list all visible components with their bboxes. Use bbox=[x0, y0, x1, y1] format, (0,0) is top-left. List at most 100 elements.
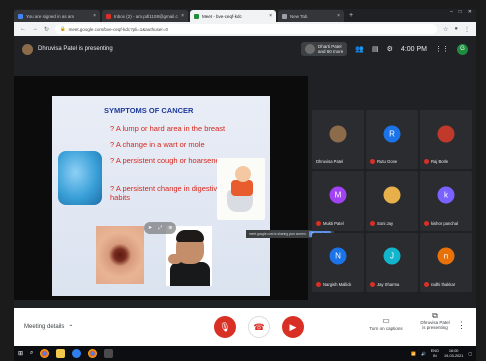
tab-label: You are signed in as am bbox=[26, 13, 75, 19]
presenter-avatar bbox=[22, 43, 33, 55]
maximize-button[interactable]: □ bbox=[459, 9, 462, 15]
chip-line2: and 60 more bbox=[318, 49, 344, 54]
chrome-icon[interactable] bbox=[40, 349, 50, 358]
mic-muted-icon bbox=[370, 159, 375, 165]
fullscreen-icon[interactable]: ⤢ bbox=[158, 225, 162, 231]
taskbar: ⊞ ⌕ 📶 🔊 ENG IN 16:00 19-03-2021 ▢ bbox=[14, 346, 476, 361]
reload-icon[interactable]: ↻ bbox=[44, 26, 49, 33]
windows-start-icon[interactable]: ⊞ bbox=[18, 350, 23, 357]
lang-indicator[interactable]: ENG IN bbox=[431, 349, 439, 358]
menu-icon[interactable]: ⋮ bbox=[464, 26, 470, 33]
breast-scan-image bbox=[58, 151, 102, 205]
minimize-button[interactable]: – bbox=[450, 9, 453, 15]
leave-call-button[interactable]: ☎ bbox=[248, 316, 270, 338]
captions-label: Turn on captions bbox=[369, 326, 403, 331]
participant-name: kishor panchal bbox=[431, 220, 459, 226]
tab-label: Inbox (2) - am.pdl1108@gmail.c bbox=[114, 13, 178, 19]
presenting-button[interactable]: ⧉ Dhruvisa Patel is presenting bbox=[414, 312, 456, 331]
participant-tile[interactable]: Dhruvisa Patel bbox=[312, 110, 364, 170]
wifi-icon[interactable]: 📶 bbox=[411, 351, 416, 356]
chrome-window-icon[interactable] bbox=[88, 349, 98, 358]
account-avatar[interactable]: G bbox=[457, 43, 468, 55]
more-options-icon[interactable]: ⋮ bbox=[457, 320, 466, 331]
edge-icon[interactable] bbox=[72, 349, 82, 358]
participant-name-row: Jay Sharma bbox=[370, 281, 399, 287]
participant-tile[interactable]: Soni Jay bbox=[366, 171, 418, 231]
file-explorer-icon[interactable] bbox=[56, 349, 66, 358]
participant-name-row: Rutu Gone bbox=[370, 159, 398, 165]
mic-muted-icon bbox=[424, 281, 429, 287]
camera-off-button[interactable]: ▶ bbox=[282, 316, 304, 338]
taskbar-clock[interactable]: 16:00 19-03-2021 bbox=[444, 349, 463, 358]
participant-tile[interactable]: N Nargish Mallick bbox=[312, 232, 364, 292]
participant-name-row: Dhruvisa Patel bbox=[316, 159, 343, 164]
mic-muted-icon bbox=[370, 281, 375, 287]
participant-tile[interactable]: R Rutu Gone bbox=[366, 110, 418, 170]
mic-off-button[interactable]: 🎙 bbox=[214, 316, 236, 338]
tab-label: New Tab bbox=[290, 13, 308, 19]
top-right-controls: Dharti Patel and 60 more 👥 ▤ ⚙ 4:00 PM ⋮… bbox=[301, 42, 468, 56]
participant-tile[interactable]: Raj Borle bbox=[420, 110, 472, 170]
browser-tab[interactable]: New Tab × bbox=[278, 10, 344, 22]
tab-close-icon[interactable]: × bbox=[337, 13, 340, 19]
meeting-details-button[interactable]: Meeting details ⌃ bbox=[24, 324, 73, 331]
tab-close-icon[interactable]: × bbox=[181, 13, 184, 19]
tab-favicon-icon bbox=[194, 13, 199, 19]
region-label: IN bbox=[432, 353, 437, 358]
star-icon[interactable]: ☆ bbox=[443, 26, 448, 33]
back-icon[interactable]: ← bbox=[20, 26, 26, 32]
activities-icon[interactable]: ⚙ bbox=[387, 45, 393, 53]
tab-close-icon[interactable]: × bbox=[93, 13, 96, 19]
volume-icon[interactable]: 🔊 bbox=[421, 351, 426, 356]
participant-name: radhi thakkar bbox=[431, 281, 456, 287]
browser-tabstrip: You are signed in as am × Inbox (2) - am.p… bbox=[14, 9, 476, 22]
close-window-button[interactable]: ✕ bbox=[468, 9, 472, 15]
url-text: meet.google.com/bve-ceqf-kdc?pli=1&authu… bbox=[68, 26, 168, 32]
tab-label: Meet - bve-ceqf-kdc bbox=[202, 13, 242, 19]
participant-name-row: Soni Jay bbox=[370, 220, 393, 226]
participant-name-row: Nargish Mallick bbox=[316, 281, 352, 287]
participant-avatar: M bbox=[329, 186, 347, 204]
call-controls: 🎙 ☎ ▶ bbox=[214, 316, 304, 338]
slide-title: SYMPTOMS OF CANCER bbox=[104, 106, 194, 115]
slide-bullet: ? A change in a wart or mole bbox=[110, 140, 205, 149]
apps-icon[interactable]: ⋮⋮ bbox=[435, 45, 449, 53]
app-icon[interactable] bbox=[104, 349, 114, 358]
slide-toolbar: ➤ ⤢ ⊕ bbox=[144, 222, 177, 234]
lang-label: ENG bbox=[430, 349, 439, 353]
participant-name-row: Mukti Patel bbox=[316, 220, 344, 226]
mic-muted-icon bbox=[424, 159, 429, 165]
url-field[interactable]: 🔒 meet.google.com/bve-ceqf-kdc?pli=1&aut… bbox=[55, 24, 437, 34]
tab-close-icon[interactable]: × bbox=[269, 13, 272, 19]
participant-tile[interactable]: k kishor panchal bbox=[420, 171, 472, 231]
participant-tile[interactable]: M Mukti Patel bbox=[312, 171, 364, 231]
chip-text: Dharti Patel and 60 more bbox=[318, 44, 343, 54]
browser-tab[interactable]: Inbox (2) - am.pdl1108@gmail.c × bbox=[102, 10, 188, 22]
address-bar: ← → ↻ 🔒 meet.google.com/bve-ceqf-kdc?pli… bbox=[14, 22, 476, 36]
sharing-text: meet.google.com is sharing your screen. bbox=[249, 232, 307, 236]
captions-icon: ▭ bbox=[382, 316, 390, 325]
mic-muted-icon bbox=[316, 281, 321, 287]
cursor-icon[interactable]: ➤ bbox=[148, 225, 152, 231]
participant-name: Rutu Gone bbox=[377, 159, 398, 165]
participant-name: Nargish Mallick bbox=[323, 281, 352, 287]
system-tray: 📶 🔊 ENG IN 16:00 19-03-2021 ▢ bbox=[411, 349, 472, 358]
zoom-icon[interactable]: ⊕ bbox=[168, 225, 172, 231]
participant-avatar: J bbox=[383, 247, 401, 265]
people-icon[interactable]: 👥 bbox=[355, 45, 364, 53]
new-tab-icon[interactable]: + bbox=[349, 12, 353, 19]
profile-icon[interactable]: ● bbox=[454, 26, 458, 32]
browser-tab[interactable]: You are signed in as am × bbox=[14, 10, 100, 22]
captions-button[interactable]: ▭ Turn on captions bbox=[366, 316, 406, 331]
browser-tab[interactable]: Meet - bve-ceqf-kdc × bbox=[190, 10, 276, 22]
participant-tile[interactable]: n radhi thakkar bbox=[420, 232, 472, 292]
lock-icon: 🔒 bbox=[60, 26, 66, 31]
notifications-icon[interactable]: ▢ bbox=[468, 351, 472, 356]
forward-icon[interactable]: → bbox=[32, 26, 38, 32]
participants-chip[interactable]: Dharti Patel and 60 more bbox=[301, 42, 348, 56]
participant-tile[interactable]: J Jay Sharma bbox=[366, 232, 418, 292]
search-icon[interactable]: ⌕ bbox=[30, 350, 33, 357]
meeting-controls-bar: Meeting details ⌃ 🎙 ☎ ▶ ▭ Turn on captio… bbox=[14, 308, 476, 346]
participant-avatar: k bbox=[437, 186, 455, 204]
chat-icon[interactable]: ▤ bbox=[372, 45, 379, 53]
